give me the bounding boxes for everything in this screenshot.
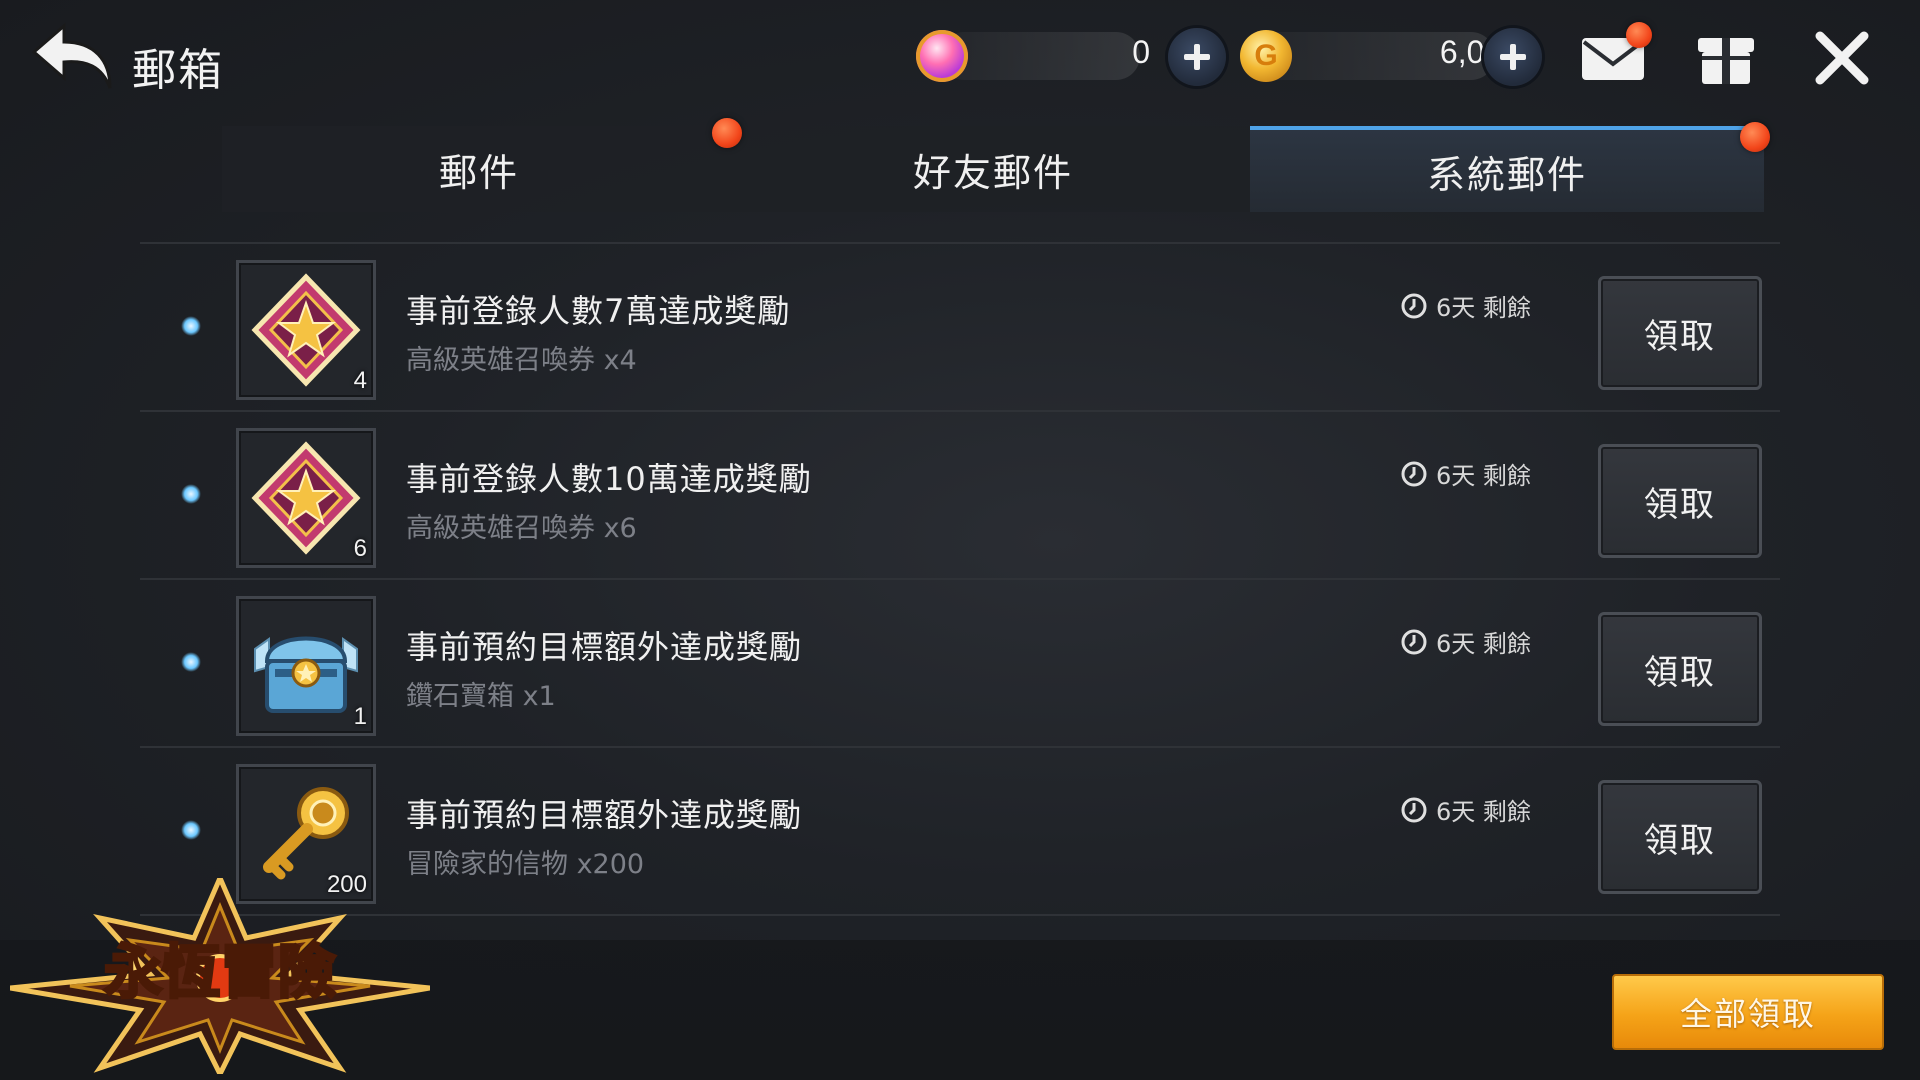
mail-title: 事前預約目標額外達成獎勵: [406, 796, 803, 834]
time-remaining: 6天 剩餘: [1400, 792, 1531, 827]
reward-item-slot[interactable]: 1: [236, 596, 376, 736]
tab-label: 系統郵件: [1426, 152, 1587, 197]
mail-row: 6 事前登錄人數10萬達成獎勵 高級英雄召喚券 x6 6天 剩餘 領取: [0, 414, 1920, 582]
mail-reward-text: 鑽石寶箱 x1: [406, 681, 556, 712]
unread-marker-icon: [176, 815, 206, 845]
mail-icon[interactable]: [1580, 22, 1652, 82]
tab-system-mail[interactable]: 系統郵件: [1250, 122, 1770, 212]
back-arrow-icon[interactable]: [30, 20, 120, 100]
gem-currency-icon: [916, 30, 968, 82]
claim-button[interactable]: 領取: [1598, 276, 1762, 390]
item-count: 4: [353, 367, 367, 394]
gold-coin-icon: [1240, 30, 1292, 82]
clock-icon: [1401, 293, 1427, 318]
mail-notice-dot: [1626, 22, 1652, 48]
time-remaining-text: 6天 剩餘: [1436, 462, 1531, 490]
tab-label: 好友郵件: [912, 150, 1073, 195]
mail-reward-text: 高級英雄召喚券 x6: [406, 513, 637, 544]
time-remaining: 6天 剩餘: [1400, 456, 1531, 491]
reward-item-slot[interactable]: 4: [236, 260, 376, 400]
item-count: 1: [353, 703, 367, 730]
unread-marker-icon: [176, 479, 206, 509]
clock-icon: [1401, 797, 1427, 822]
page-title: 郵箱: [132, 45, 224, 96]
game-logo: 永恆冒險: [9, 871, 431, 1080]
time-remaining-text: 6天 剩餘: [1436, 798, 1531, 826]
mail-title: 事前預約目標額外達成獎勵: [406, 628, 803, 666]
time-remaining-text: 6天 剩餘: [1436, 294, 1531, 322]
summon-ticket-icon: [251, 273, 361, 387]
mail-title: 事前登錄人數7萬達成獎勵: [406, 292, 791, 330]
claim-button[interactable]: 領取: [1598, 612, 1762, 726]
diamond-chest-icon: [254, 636, 358, 713]
close-icon[interactable]: [1814, 30, 1870, 86]
row-divider: [140, 242, 1780, 244]
tab-notice-dot: [1740, 122, 1770, 152]
mail-row: 1 事前預約目標額外達成獎勵 鑽石寶箱 x1 6天 剩餘 領取: [0, 582, 1920, 750]
claim-button[interactable]: 領取: [1598, 780, 1762, 894]
tab-mail[interactable]: 郵件: [222, 118, 742, 212]
mail-reward-text: 高級英雄召喚券 x4: [406, 345, 637, 376]
reward-item-slot[interactable]: 6: [236, 428, 376, 568]
time-remaining: 6天 剩餘: [1400, 288, 1531, 323]
tab-friend-mail[interactable]: 好友郵件: [736, 126, 1250, 212]
time-remaining-text: 6天 剩餘: [1436, 630, 1531, 658]
mail-title: 事前登錄人數10萬達成獎勵: [406, 460, 812, 498]
tab-label: 郵件: [438, 150, 519, 195]
logo-text: 永恆冒險: [104, 938, 336, 1006]
clock-icon: [1401, 461, 1427, 486]
add-gem-button[interactable]: [1168, 28, 1226, 86]
mail-tabs: 郵件 好友郵件 系統郵件: [222, 118, 1770, 212]
gift-box-icon[interactable]: [1694, 30, 1758, 86]
add-gold-button[interactable]: [1484, 28, 1542, 86]
mail-row: 4 事前登錄人數7萬達成獎勵 高級英雄召喚券 x4 6天 剩餘 領取: [0, 246, 1920, 414]
item-count: 6: [353, 535, 367, 562]
row-divider: [140, 746, 1780, 748]
mail-reward-text: 冒險家的信物 x200: [406, 849, 645, 880]
summon-ticket-icon: [251, 441, 361, 555]
unread-marker-icon: [176, 647, 206, 677]
row-divider: [140, 578, 1780, 580]
time-remaining: 6天 剩餘: [1400, 624, 1531, 659]
claim-all-button[interactable]: 全部領取: [1612, 974, 1884, 1050]
claim-button[interactable]: 領取: [1598, 444, 1762, 558]
top-bar: 郵箱 0 6,000: [0, 0, 1920, 120]
unread-marker-icon: [176, 311, 206, 341]
gem-currency-value: 0: [1132, 34, 1150, 70]
clock-icon: [1401, 629, 1427, 654]
row-divider: [140, 410, 1780, 412]
